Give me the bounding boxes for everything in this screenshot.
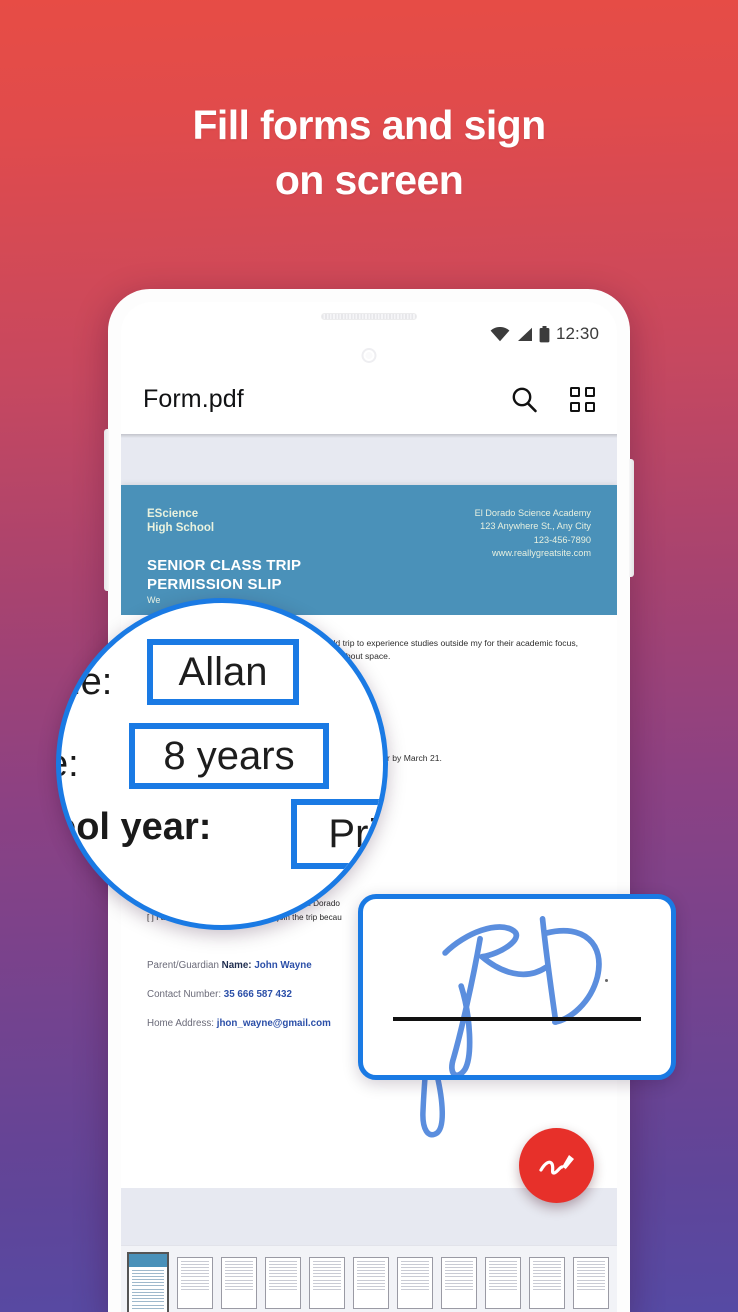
magnified-field-age[interactable]: 8 years xyxy=(129,723,329,789)
document-title: Form.pdf xyxy=(143,384,244,413)
status-bar: 12:30 xyxy=(490,324,599,344)
page-thumbnail[interactable] xyxy=(441,1256,477,1309)
home-address-label: Home Address: xyxy=(147,1018,214,1029)
phone-front-camera xyxy=(361,348,377,363)
wifi-icon xyxy=(490,326,510,341)
page-thumbnail[interactable] xyxy=(529,1256,565,1309)
viewer-top-shadow xyxy=(121,434,617,438)
page-thumbnail[interactable] xyxy=(177,1256,213,1309)
home-address-value[interactable]: jhon_wayne@gmail.com xyxy=(217,1018,331,1029)
guardian-name-value[interactable]: John Wayne xyxy=(254,960,311,971)
page-thumbnail[interactable] xyxy=(221,1256,257,1309)
contact-phone: 123-456-7890 xyxy=(533,534,591,545)
grid-view-icon[interactable] xyxy=(570,386,595,412)
document-main-title: SENIOR CLASS TRIP PERMISSION SLIP xyxy=(147,557,301,595)
magnified-label-name: me: xyxy=(61,661,113,703)
document-title-line-1: SENIOR CLASS TRIP xyxy=(147,557,302,574)
document-header-band: EScience High School El Dorado Science A… xyxy=(121,485,617,615)
signature-pen-icon xyxy=(538,1154,574,1175)
magnified-field-name-value: Allan xyxy=(178,649,268,694)
signature-dot xyxy=(605,979,608,982)
page-thumbnail[interactable] xyxy=(309,1256,345,1309)
thumbnail-header-band xyxy=(129,1253,167,1267)
page-thumbnail[interactable] xyxy=(397,1256,433,1309)
magnified-field-age-value: 8 years xyxy=(163,733,295,778)
grid-cell xyxy=(585,401,595,412)
signature-capture-card[interactable] xyxy=(358,894,676,1080)
guardian-name-label: Name: xyxy=(221,960,252,971)
search-icon[interactable] xyxy=(511,386,538,413)
magnified-label-school-year: ool year: xyxy=(56,806,212,848)
page-thumbnail[interactable] xyxy=(265,1256,301,1309)
grid-cell xyxy=(585,386,595,397)
document-subtitle: We xyxy=(147,595,161,605)
school-contact-block: El Dorado Science Academy 123 Anywhere S… xyxy=(475,507,591,560)
contact-number-value[interactable]: 35 666 587 432 xyxy=(224,989,292,1000)
headline-line-2: on screen xyxy=(274,157,464,204)
guardian-label: Parent/Guardian xyxy=(147,960,219,971)
headline-line-1: Fill forms and sign xyxy=(192,102,546,148)
contact-number-label: Contact Number: xyxy=(147,989,222,1000)
battery-icon xyxy=(539,325,550,342)
magnified-field-name[interactable]: Allan xyxy=(147,639,299,705)
signature-baseline xyxy=(393,1017,641,1021)
signature-fab-button[interactable] xyxy=(519,1128,594,1203)
phone-side-button-right[interactable] xyxy=(629,459,634,577)
page-thumbnail[interactable] xyxy=(573,1256,609,1309)
magnified-label-age: e: xyxy=(61,743,79,785)
thumbnail-lines xyxy=(129,1267,167,1309)
magnified-field-school-year[interactable]: Prin xyxy=(291,799,383,869)
status-bar-time: 12:30 xyxy=(555,324,599,343)
contact-website: www.reallygreatsite.com xyxy=(491,548,591,559)
grid-cell xyxy=(570,401,580,412)
app-bar: Form.pdf xyxy=(121,364,617,434)
app-bar-actions xyxy=(511,386,595,413)
signature-stroke[interactable] xyxy=(363,899,671,1075)
page-thumbnail[interactable] xyxy=(353,1256,389,1309)
page-thumbnail-active[interactable] xyxy=(127,1251,169,1312)
phone-side-button-left[interactable] xyxy=(104,429,109,591)
magnified-field-school-year-value: Prin xyxy=(328,811,383,856)
phone-speaker-grille xyxy=(321,313,417,320)
promo-headline: Fill forms and sign on screen xyxy=(0,98,738,209)
page-thumbnail[interactable] xyxy=(485,1256,521,1309)
magnifier-zoom-circle: me: Allan e: 8 years ool year: Prin xyxy=(56,598,388,930)
document-title-line-2: PERMISSION SLIP xyxy=(147,575,282,593)
contact-academy: El Dorado Science Academy xyxy=(474,508,591,518)
signal-icon xyxy=(517,327,532,341)
page-thumbnail-strip[interactable] xyxy=(121,1245,617,1312)
contact-address: 123 Anywhere St., Any City xyxy=(480,521,591,532)
grid-cell xyxy=(570,386,580,397)
